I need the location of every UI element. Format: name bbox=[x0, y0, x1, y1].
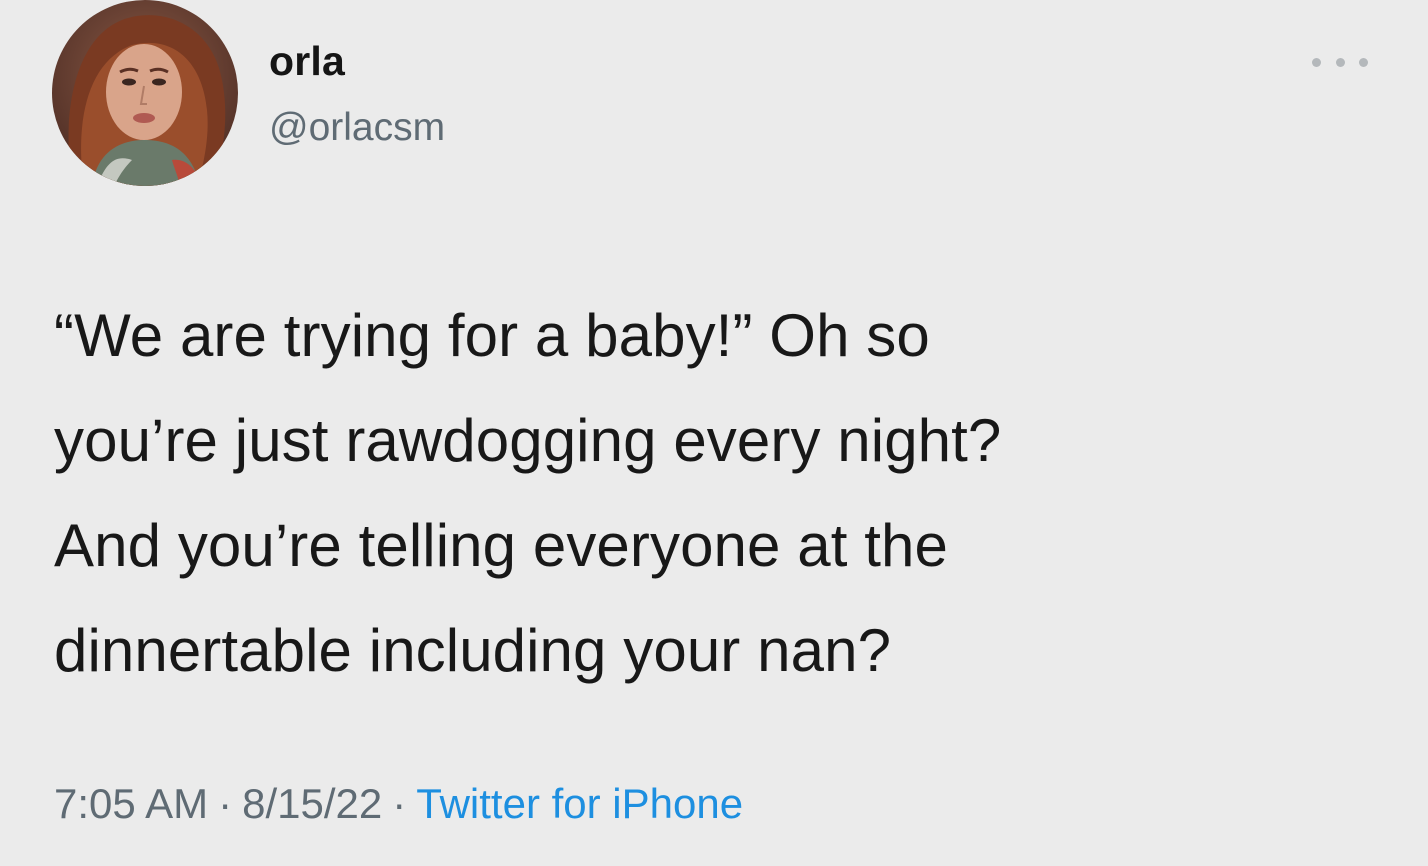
separator: · bbox=[392, 780, 407, 827]
more-dot bbox=[1312, 57, 1321, 67]
tweet-date[interactable]: 8/15/22 bbox=[242, 780, 382, 827]
more-dot bbox=[1335, 57, 1345, 67]
more-dot bbox=[1359, 57, 1368, 67]
avatar[interactable] bbox=[52, 0, 238, 186]
tweet-card: orla @orlacsm “We are trying for a baby!… bbox=[0, 0, 1428, 866]
tweet-text: “We are trying for a baby!” Oh so you’re… bbox=[54, 302, 1002, 684]
more-options-icon[interactable] bbox=[1312, 52, 1368, 72]
tweet-source-link[interactable]: Twitter for iPhone bbox=[416, 780, 743, 827]
author-display-name[interactable]: orla bbox=[269, 38, 345, 85]
author-handle[interactable]: @orlacsm bbox=[269, 106, 445, 150]
profile-photo-icon bbox=[52, 0, 238, 186]
tweet-meta: 7:05 AM · 8/15/22 · Twitter for iPhone bbox=[54, 780, 743, 828]
tweet-time[interactable]: 7:05 AM bbox=[54, 780, 208, 827]
separator: · bbox=[218, 780, 233, 827]
